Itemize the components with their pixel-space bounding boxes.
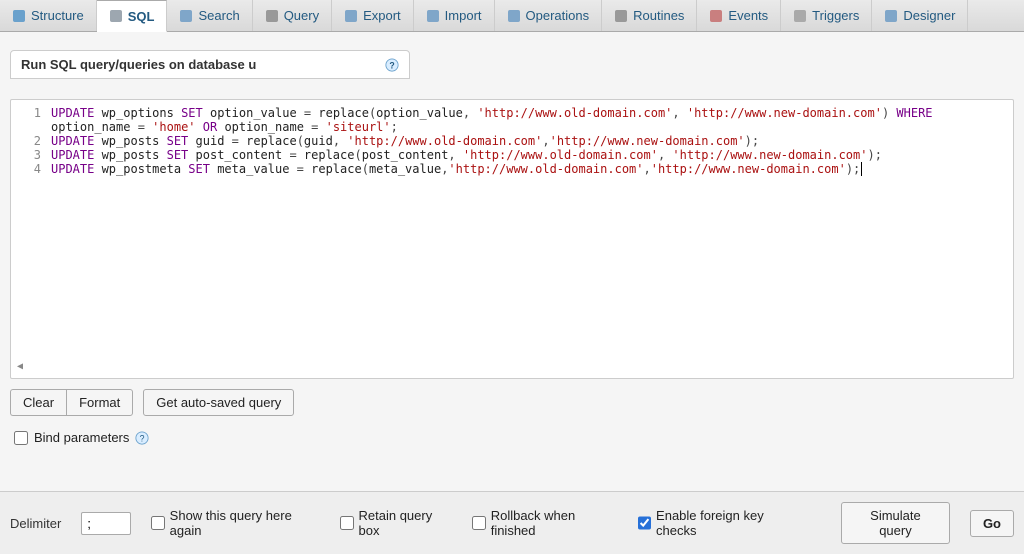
- scroll-left-icon[interactable]: ◀: [17, 361, 23, 372]
- tab-events[interactable]: Events: [697, 0, 781, 31]
- triggers-icon: [793, 9, 807, 23]
- retain-row[interactable]: Retain query box: [340, 508, 452, 538]
- footer-bar: Delimiter Show this query here again Ret…: [0, 491, 1024, 554]
- simulate-button[interactable]: Simulate query: [841, 502, 950, 544]
- events-icon: [709, 9, 723, 23]
- tab-designer[interactable]: Designer: [872, 0, 968, 31]
- tab-label: Query: [284, 8, 319, 23]
- import-icon: [426, 9, 440, 23]
- get-autosaved-button[interactable]: Get auto-saved query: [143, 389, 294, 416]
- line-number: 2: [11, 134, 51, 148]
- code-line[interactable]: 2UPDATE wp_posts SET guid = replace(guid…: [11, 134, 1013, 148]
- bind-params-row: Bind parameters ?: [10, 426, 1014, 461]
- show-again-row[interactable]: Show this query here again: [151, 508, 320, 538]
- show-again-label: Show this query here again: [170, 508, 320, 538]
- line-number: 1: [11, 106, 51, 120]
- structure-icon: [12, 9, 26, 23]
- sql-editor[interactable]: 1UPDATE wp_options SET option_value = re…: [10, 99, 1014, 379]
- format-button[interactable]: Format: [66, 389, 133, 416]
- code-line[interactable]: 4UPDATE wp_postmeta SET meta_value = rep…: [11, 162, 1013, 176]
- designer-icon: [884, 9, 898, 23]
- tab-bar: Structure SQL Search Query Export Import Opera…: [0, 0, 1024, 32]
- routines-icon: [614, 9, 628, 23]
- line-number: 3: [11, 148, 51, 162]
- tab-operations[interactable]: Operations: [495, 0, 603, 31]
- tab-import[interactable]: Import: [414, 0, 495, 31]
- sql-icon: [109, 9, 123, 23]
- query-icon: [265, 9, 279, 23]
- code-line[interactable]: 3UPDATE wp_posts SET post_content = repl…: [11, 148, 1013, 162]
- help-icon[interactable]: ?: [135, 431, 149, 445]
- fk-checks-checkbox[interactable]: [638, 516, 651, 530]
- retain-label: Retain query box: [359, 508, 453, 538]
- svg-text:?: ?: [140, 433, 145, 443]
- tab-label: Triggers: [812, 8, 859, 23]
- fk-checks-row[interactable]: Enable foreign key checks: [638, 508, 801, 538]
- fk-checks-label: Enable foreign key checks: [656, 508, 801, 538]
- rollback-row[interactable]: Rollback when finished: [472, 508, 617, 538]
- tab-label: Import: [445, 8, 482, 23]
- operations-icon: [507, 9, 521, 23]
- sql-header: Run SQL query/queries on database u ?: [10, 50, 410, 79]
- search-icon: [179, 9, 193, 23]
- tab-label: Routines: [633, 8, 684, 23]
- tab-label: Operations: [526, 8, 590, 23]
- tab-query[interactable]: Query: [253, 0, 332, 31]
- tab-routines[interactable]: Routines: [602, 0, 697, 31]
- show-again-checkbox[interactable]: [151, 516, 164, 530]
- clear-button[interactable]: Clear: [10, 389, 66, 416]
- code-content[interactable]: UPDATE wp_posts SET guid = replace(guid,…: [51, 134, 1013, 148]
- clear-format-group: Clear Format: [10, 389, 133, 416]
- sql-header-title: Run SQL query/queries on database u: [21, 57, 256, 72]
- bind-params-label[interactable]: Bind parameters: [34, 430, 129, 445]
- tab-sql[interactable]: SQL: [97, 0, 168, 32]
- tab-label: Export: [363, 8, 401, 23]
- go-button[interactable]: Go: [970, 510, 1014, 537]
- tab-search[interactable]: Search: [167, 0, 252, 31]
- delimiter-label: Delimiter: [10, 516, 61, 531]
- bind-params-checkbox[interactable]: [14, 431, 28, 445]
- tab-label: Designer: [903, 8, 955, 23]
- code-content[interactable]: UPDATE wp_options SET option_value = rep…: [51, 106, 1013, 134]
- text-cursor: [861, 162, 862, 176]
- code-line[interactable]: 1UPDATE wp_options SET option_value = re…: [11, 106, 1013, 134]
- rollback-label: Rollback when finished: [491, 508, 618, 538]
- tab-label: Events: [728, 8, 768, 23]
- line-number: 4: [11, 162, 51, 176]
- export-icon: [344, 9, 358, 23]
- tab-structure[interactable]: Structure: [0, 0, 97, 31]
- tab-label: Structure: [31, 8, 84, 23]
- editor-buttons: Clear Format Get auto-saved query: [10, 379, 1014, 426]
- help-icon[interactable]: ?: [385, 58, 399, 72]
- code-content[interactable]: UPDATE wp_postmeta SET meta_value = repl…: [51, 162, 1013, 176]
- code-content[interactable]: UPDATE wp_posts SET post_content = repla…: [51, 148, 1013, 162]
- delimiter-input[interactable]: [81, 512, 131, 535]
- tab-export[interactable]: Export: [332, 0, 414, 31]
- editor-wrap: 1UPDATE wp_options SET option_value = re…: [0, 79, 1024, 471]
- tab-triggers[interactable]: Triggers: [781, 0, 872, 31]
- rollback-checkbox[interactable]: [472, 516, 485, 530]
- retain-checkbox[interactable]: [340, 516, 353, 530]
- tab-label: SQL: [128, 9, 155, 24]
- svg-text:?: ?: [389, 60, 394, 70]
- tab-label: Search: [198, 8, 239, 23]
